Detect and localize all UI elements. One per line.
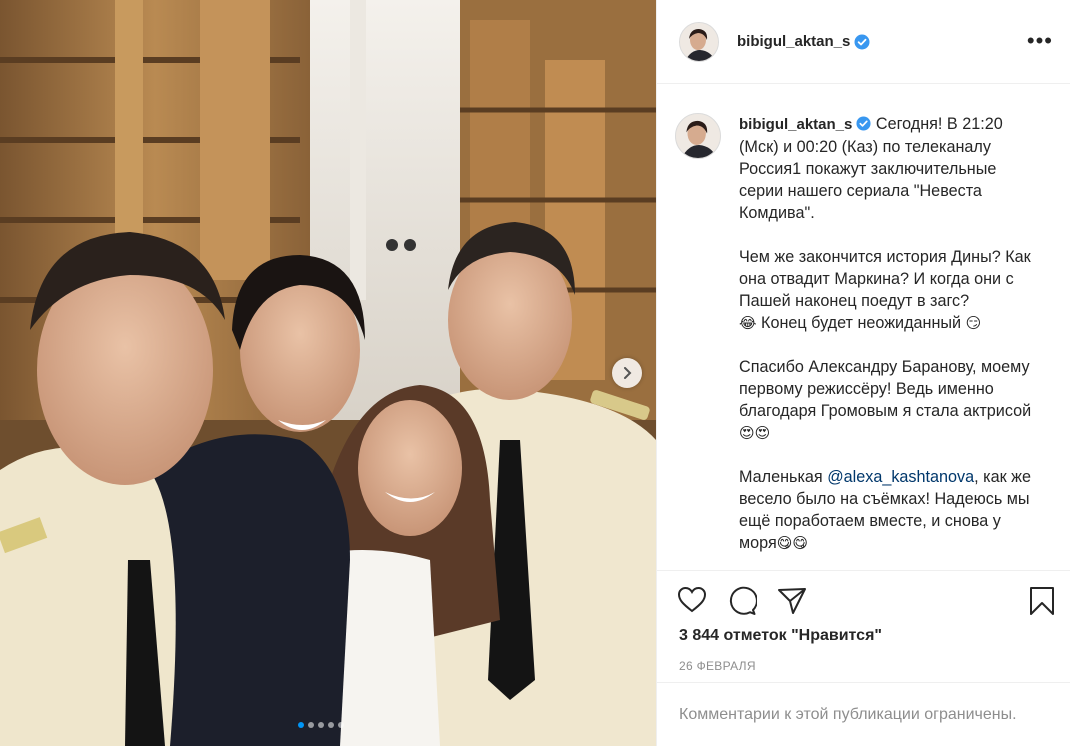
avatar-image: [676, 114, 720, 158]
caption-avatar[interactable]: [675, 113, 721, 159]
caption-paragraph: bibigul_aktan_s Сегодня! В 21:20 (Мск) и…: [739, 113, 1039, 224]
post-side-panel: bibigul_aktan_s ••• bibigul_aktan_s Сего…: [656, 0, 1070, 746]
yum-emoji-icon: 😋😋: [776, 534, 808, 552]
comment-icon[interactable]: [727, 586, 757, 616]
tears-of-joy-emoji-icon: 😂: [739, 314, 757, 332]
carousel-next-button[interactable]: [612, 358, 642, 388]
photo-scene: [0, 0, 656, 746]
likes-count[interactable]: 3 844 отметок "Нравится": [679, 627, 882, 645]
caption-section: bibigul_aktan_s Сегодня! В 21:20 (Мск) и…: [657, 85, 1070, 569]
verified-badge-icon: [856, 116, 871, 131]
post-header: bibigul_aktan_s •••: [657, 0, 1070, 84]
avatar-image: [680, 22, 718, 61]
caption-text-2: Чем же закончится история Дины? Как она …: [739, 248, 1031, 310]
caption-paragraph: Маленькая @alexa_kashtanova, как же весе…: [739, 466, 1039, 554]
post-actions: 3 844 отметок "Нравится" 26 ФЕВРАЛЯ: [657, 570, 1070, 673]
heart-eyes-emoji-icon: 😍😍: [739, 424, 771, 442]
caption-text-2-tail: Конец будет неожиданный: [756, 314, 966, 332]
caption-text-3: Спасибо Александру Баранову, моему перво…: [739, 358, 1032, 420]
carousel-dot: [298, 722, 304, 728]
caption-username-link[interactable]: bibigul_aktan_s: [739, 116, 852, 133]
avatar[interactable]: [679, 21, 719, 62]
caption-row: bibigul_aktan_s Сегодня! В 21:20 (Мск) и…: [675, 113, 1039, 569]
comments-restricted-notice: Комментарии к этой публикации ограничены…: [657, 682, 1070, 746]
more-options-button[interactable]: •••: [1027, 30, 1053, 52]
username-link[interactable]: bibigul_aktan_s: [737, 33, 850, 50]
chevron-right-icon: [624, 367, 632, 379]
carousel-dot: [328, 722, 334, 728]
carousel-indicator: [298, 722, 344, 728]
verified-badge-icon: [854, 34, 870, 49]
mention-link[interactable]: @alexa_kashtanova: [827, 468, 974, 486]
caption-text-4-before: Маленькая: [739, 468, 828, 486]
post-photo[interactable]: [0, 0, 656, 746]
bookmark-icon[interactable]: [1029, 586, 1055, 616]
post-date[interactable]: 26 ФЕВРАЛЯ: [679, 659, 756, 673]
carousel-dot: [308, 722, 314, 728]
caption-paragraph: Чем же закончится история Дины? Как она …: [739, 246, 1039, 334]
caption-text: bibigul_aktan_s Сегодня! В 21:20 (Мск) и…: [739, 113, 1039, 569]
carousel-dot: [318, 722, 324, 728]
caption-paragraph: Спасибо Александру Баранову, моему перво…: [739, 356, 1039, 444]
carousel-dot: [338, 722, 344, 728]
heart-icon[interactable]: [677, 586, 707, 614]
smirk-emoji-icon: 😏: [965, 314, 982, 332]
paper-plane-icon[interactable]: [777, 586, 807, 616]
